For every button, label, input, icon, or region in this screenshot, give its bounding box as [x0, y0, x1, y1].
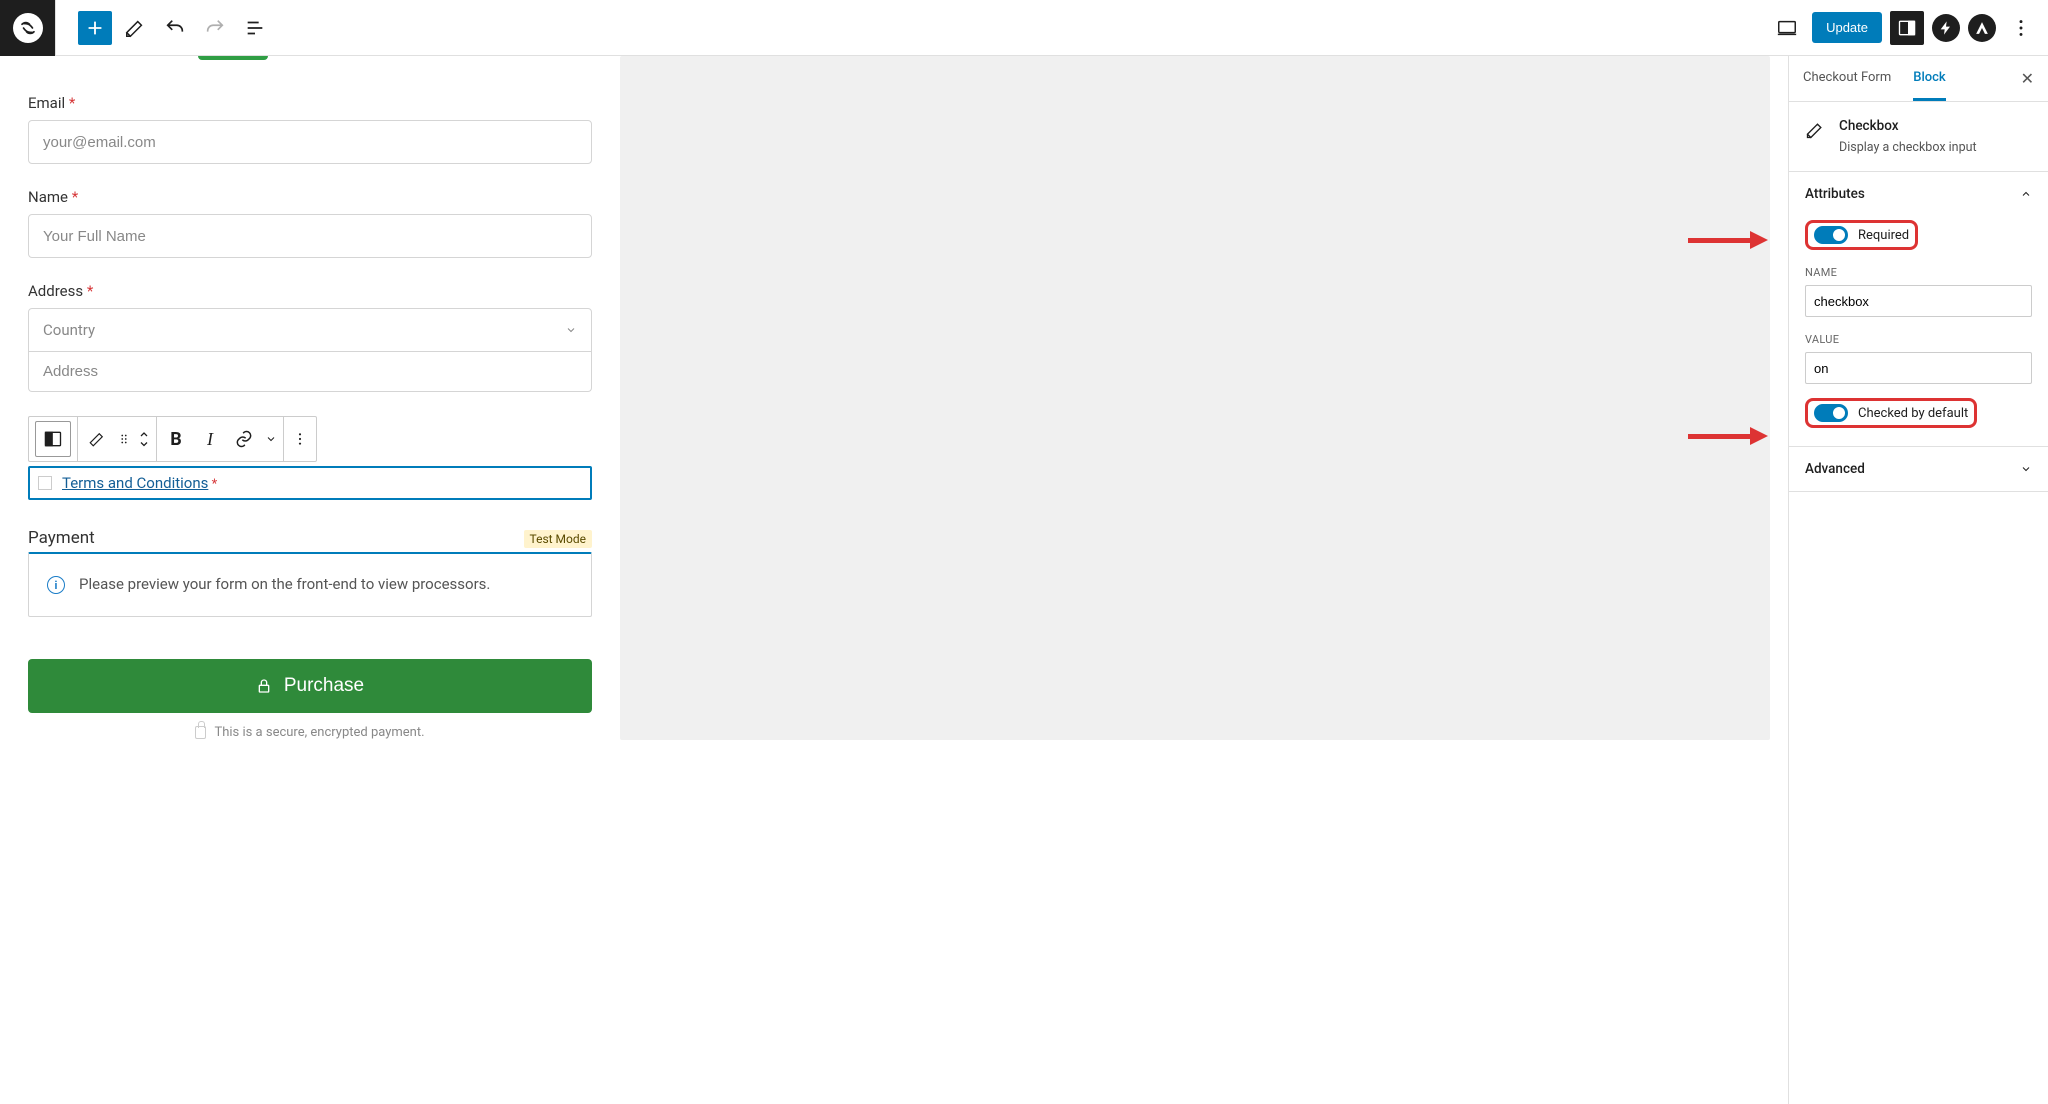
address-label: Address * [28, 282, 592, 300]
block-type-icon[interactable] [35, 421, 71, 457]
close-sidebar-button[interactable]: ✕ [2013, 65, 2042, 92]
block-title: Checkbox [1839, 118, 1977, 134]
advanced-panel: Advanced [1789, 447, 2048, 492]
name-label: Name * [28, 188, 592, 206]
undo-button[interactable] [158, 11, 192, 45]
required-toggle[interactable] [1814, 226, 1848, 244]
drag-handle[interactable] [114, 417, 134, 461]
attributes-label: Attributes [1805, 186, 1865, 202]
payment-placeholder[interactable]: i Please preview your form on the front-… [28, 552, 592, 617]
edit-as-html-button[interactable] [80, 417, 114, 461]
email-label: Email * [28, 94, 592, 112]
top-toolbar: Update [0, 0, 2048, 56]
info-icon: i [47, 576, 65, 594]
toolbar-left [0, 0, 272, 56]
payment-label: Payment [28, 528, 95, 548]
country-placeholder: Country [43, 321, 95, 339]
address-field-block[interactable]: Address * Country [28, 282, 592, 392]
secondary-column-placeholder[interactable] [620, 56, 1770, 740]
block-options-button[interactable] [286, 417, 314, 461]
chevron-up-icon [138, 429, 150, 439]
name-field-block[interactable]: Name * [28, 188, 592, 258]
pencil-icon [1805, 120, 1825, 140]
lock-small-icon [195, 726, 206, 739]
surecart-icon[interactable] [1932, 14, 1960, 42]
settings-panel-toggle[interactable] [1890, 11, 1924, 45]
italic-button[interactable]: I [193, 417, 227, 461]
required-mark: * [212, 477, 218, 492]
astra-icon[interactable] [1968, 14, 1996, 42]
edit-mode-button[interactable] [118, 11, 152, 45]
toolbar-right: Update [1770, 11, 2038, 45]
tab-block[interactable]: Block [1913, 56, 1945, 101]
name-attr-input[interactable] [1805, 285, 2032, 317]
sidebar-tabs: Checkout Form Block ✕ [1789, 56, 2048, 102]
test-mode-badge: Test Mode [524, 530, 593, 548]
terms-link[interactable]: Terms and Conditions [62, 474, 208, 492]
attributes-panel: Attributes Required NAME VALUE Checked b… [1789, 172, 2048, 447]
address-input[interactable] [28, 352, 592, 392]
chevron-down-icon [2020, 463, 2032, 475]
bold-button[interactable]: B [159, 417, 193, 461]
payment-header: Payment Test Mode [28, 528, 592, 548]
more-rich-text-button[interactable] [261, 417, 281, 461]
checked-default-label: Checked by default [1858, 406, 1968, 421]
advanced-panel-toggle[interactable]: Advanced [1789, 447, 2048, 491]
editor-canvas[interactable]: Email * Name * Address * Country [0, 56, 1788, 1104]
required-highlight: Required [1805, 220, 1918, 250]
link-button[interactable] [227, 417, 261, 461]
app-logo[interactable] [0, 0, 56, 56]
required-label: Required [1858, 228, 1909, 243]
main-area: Email * Name * Address * Country [0, 56, 2048, 1104]
block-description: Display a checkbox input [1839, 140, 1977, 155]
tab-checkout-form[interactable]: Checkout Form [1803, 56, 1891, 101]
chevron-up-icon [2020, 188, 2032, 200]
chevron-down-icon [138, 439, 150, 449]
country-select[interactable]: Country [28, 308, 592, 352]
name-attr-label: NAME [1805, 266, 2032, 279]
add-block-button[interactable] [78, 11, 112, 45]
purchase-button[interactable]: Purchase [28, 659, 592, 713]
update-button[interactable]: Update [1812, 12, 1882, 43]
redo-button[interactable] [198, 11, 232, 45]
options-menu[interactable] [2004, 11, 2038, 45]
attributes-panel-toggle[interactable]: Attributes [1789, 172, 2048, 216]
email-field-block[interactable]: Email * [28, 94, 592, 164]
checked-default-toggle[interactable] [1814, 404, 1848, 422]
secure-note: This is a secure, encrypted payment. [28, 725, 592, 740]
lock-icon [256, 677, 272, 695]
payment-notice-text: Please preview your form on the front-en… [79, 574, 490, 596]
terms-checkbox[interactable] [38, 476, 52, 490]
settings-sidebar: Checkout Form Block ✕ Checkbox Display a… [1788, 56, 2048, 1104]
email-input[interactable] [28, 120, 592, 164]
block-toolbar: B I [28, 416, 317, 462]
checked-default-highlight: Checked by default [1805, 398, 1977, 428]
terms-checkbox-block[interactable]: Terms and Conditions * [28, 466, 592, 500]
value-attr-label: VALUE [1805, 333, 2032, 346]
view-button[interactable] [1770, 11, 1804, 45]
move-buttons[interactable] [134, 417, 154, 461]
block-info-header: Checkbox Display a checkbox input [1789, 102, 2048, 172]
chevron-down-icon [565, 324, 577, 336]
advanced-label: Advanced [1805, 461, 1865, 477]
outline-button[interactable] [238, 11, 272, 45]
value-attr-input[interactable] [1805, 352, 2032, 384]
name-input[interactable] [28, 214, 592, 258]
